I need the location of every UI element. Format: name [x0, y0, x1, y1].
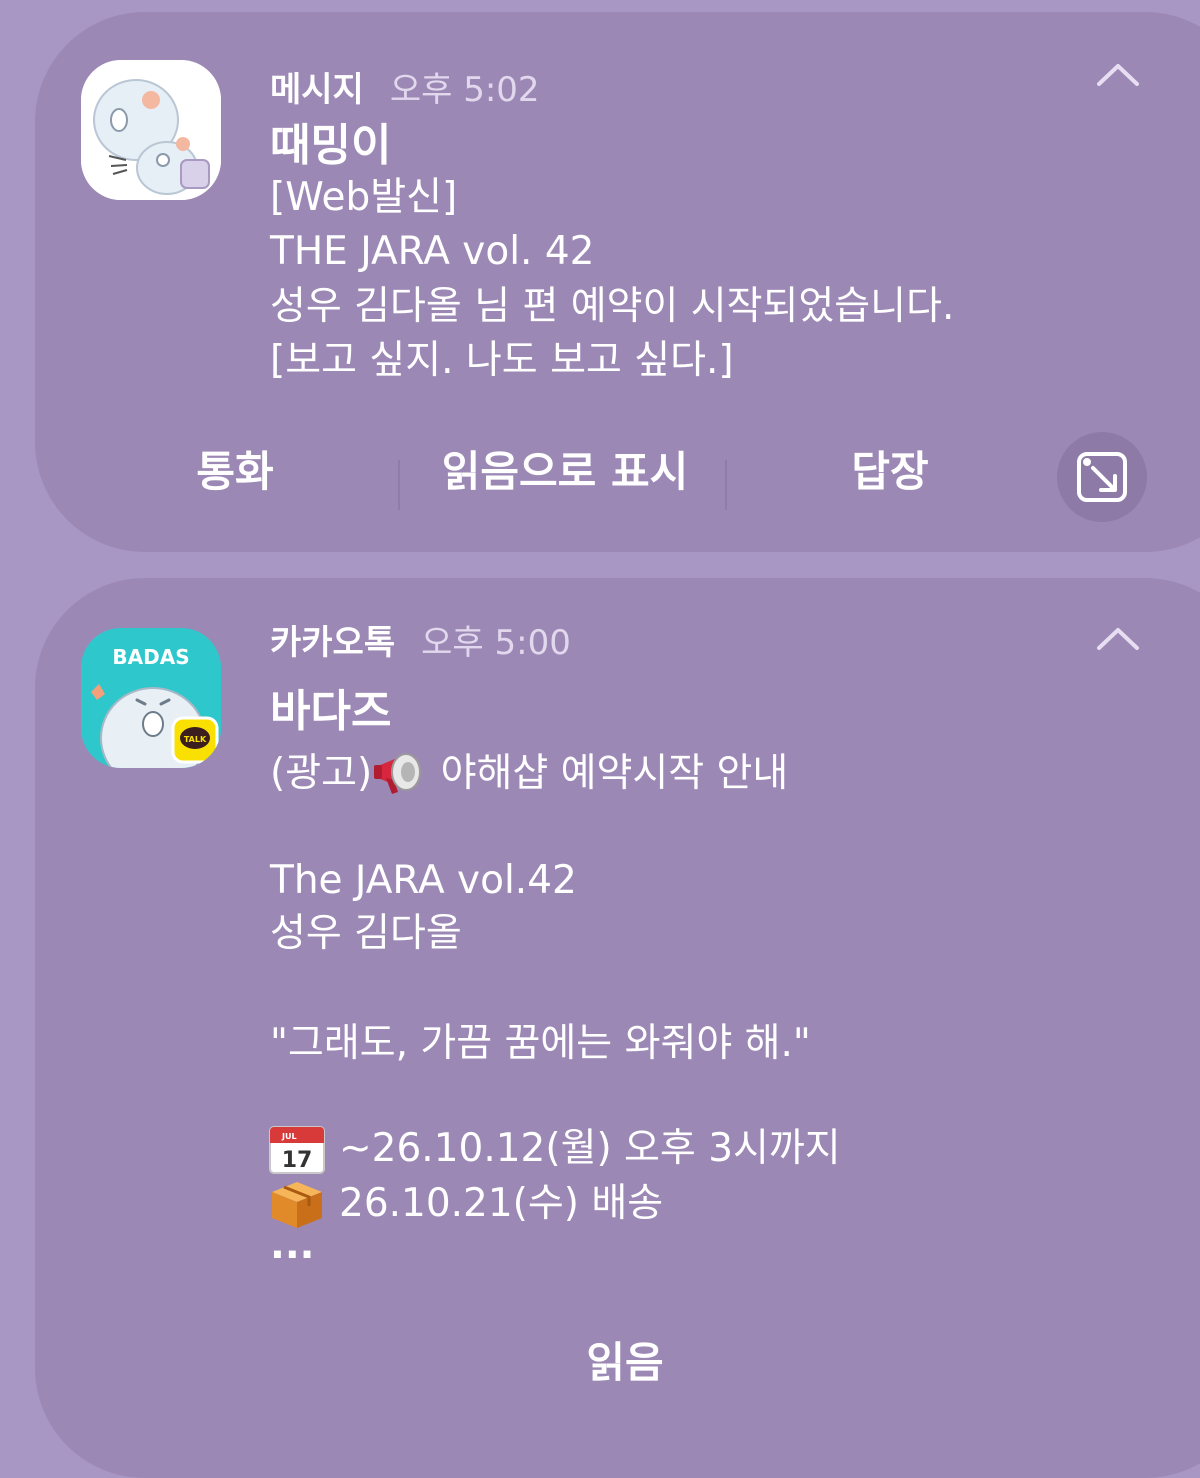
- ad-title-line: (광고) 야해샵 예약시작 안내: [270, 748, 788, 797]
- message-line: "그래도, 가끔 꿈에는 와줘야 해.": [270, 1021, 811, 1066]
- message-line: [Web발신]: [270, 175, 458, 220]
- sender-name: 때밍이: [270, 120, 392, 171]
- action-divider: [398, 460, 400, 510]
- mark-as-read-button[interactable]: 읽음으로 표시: [420, 447, 710, 497]
- notification-time: 오후 5:00: [421, 623, 571, 663]
- notification-card-messages[interactable]: 메시지 오후 5:02 때밍이 [Web발신] THE JARA vol. 42 …: [35, 12, 1200, 552]
- date-line-deadline: ~26.10.12(월) 오후 3시까지: [339, 1126, 841, 1171]
- message-line: 성우 김다올: [270, 911, 462, 956]
- calendar-day: 17: [282, 1148, 313, 1173]
- notification-header: 카카오톡 오후 5:00: [270, 623, 571, 663]
- app-name: 카카오톡: [270, 623, 396, 663]
- channel-avatar-icon: BADAS TALK: [81, 628, 221, 768]
- sender-name: 바다즈: [270, 686, 392, 737]
- talk-badge-label: TALK: [184, 735, 207, 744]
- mark-read-button[interactable]: 읽음: [555, 1338, 695, 1388]
- collapse-chevron-icon[interactable]: [1095, 626, 1141, 652]
- collapse-chevron-icon[interactable]: [1095, 62, 1141, 88]
- calendar-icon: JUL 17: [269, 1126, 325, 1174]
- message-line: [보고 싶지. 나도 보고 싶다.]: [270, 338, 734, 383]
- notification-card-kakaotalk[interactable]: BADAS TALK 카카오톡 오후 5:00 바다즈 (광고) 야해샵 예약시작…: [35, 578, 1200, 1478]
- message-line: THE JARA vol. 42: [270, 229, 595, 274]
- notification-header: 메시지 오후 5:02: [270, 70, 540, 110]
- reply-button[interactable]: 답장: [805, 447, 975, 497]
- ad-title-text: 야해샵 예약시작 안내: [428, 751, 789, 796]
- channel-icon-label: BADAS: [112, 645, 189, 669]
- message-line: 성우 김다올 님 편 예약이 시작되었습니다.: [270, 284, 955, 329]
- popup-view-icon: [1077, 452, 1127, 502]
- action-divider: [725, 460, 727, 510]
- truncation-ellipsis: ...: [270, 1223, 315, 1268]
- ad-label: (광고): [270, 751, 373, 796]
- call-button[interactable]: 통화: [155, 447, 315, 497]
- notification-time: 오후 5:02: [389, 70, 540, 110]
- megaphone-icon: [374, 753, 422, 794]
- date-line-shipping: 26.10.21(수) 배송: [339, 1181, 664, 1226]
- calendar-month: JUL: [281, 1132, 297, 1141]
- sender-avatar-icon: [81, 60, 221, 200]
- app-name: 메시지: [270, 70, 364, 110]
- message-line: The JARA vol.42: [270, 858, 577, 903]
- open-popup-button[interactable]: [1057, 432, 1147, 522]
